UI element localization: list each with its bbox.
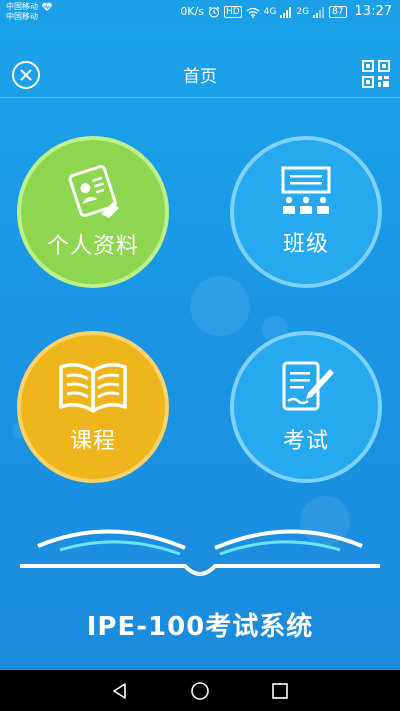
qr-code-icon [362,60,390,88]
carrier-1: 中国移动 [6,2,38,11]
id-card-icon [68,165,119,218]
network-speed: 0K/s [180,5,204,18]
exam-label: 考试 [282,429,329,454]
clock: 13:27 [354,4,392,19]
home-screen: 首页 个人资料 班级 课程 考试 IPE-100考试系统 [0,26,400,670]
status-bar: 中国移动 中国移动 0K/s HD 4G 2G 87 13:27 [0,0,400,26]
background-bokeh [190,276,250,336]
app-header: 首页 [0,26,400,98]
heart-pulse-icon [42,2,52,12]
hd-badge: HD [223,6,242,18]
exam-tile[interactable]: 考试 [230,331,382,483]
class-label: 班级 [282,232,329,257]
class-tile[interactable]: 班级 [230,136,382,288]
back-icon[interactable] [111,682,129,700]
wifi-icon [246,7,260,18]
profile-label: 个人资料 [46,234,139,259]
alarm-icon [208,6,220,18]
carrier-info: 中国移动 中国移动 [6,2,53,22]
profile-tile[interactable]: 个人资料 [17,136,169,288]
app-name: IPE-100考试系统 [86,612,314,642]
carrier-2: 中国移动 [6,12,38,21]
qr-code-button[interactable] [362,60,390,88]
signal-icon [280,6,292,18]
navigation-bar [0,670,400,711]
recents-icon[interactable] [271,682,289,700]
course-tile[interactable]: 课程 [17,331,169,483]
battery-icon: 87 [329,6,347,18]
signal-icon [313,6,325,18]
network-type-a: 4G [263,7,277,17]
network-type-b: 2G [296,7,310,17]
page-title: 首页 [183,67,217,87]
course-label: 课程 [69,429,116,454]
home-icon[interactable] [190,681,210,701]
book-icon [59,363,127,413]
status-indicators: 0K/s HD 4G 2G 87 13:27 [180,5,392,19]
exam-paper-icon [282,361,334,411]
classroom-icon [281,166,331,214]
open-book-decoration [20,529,380,576]
